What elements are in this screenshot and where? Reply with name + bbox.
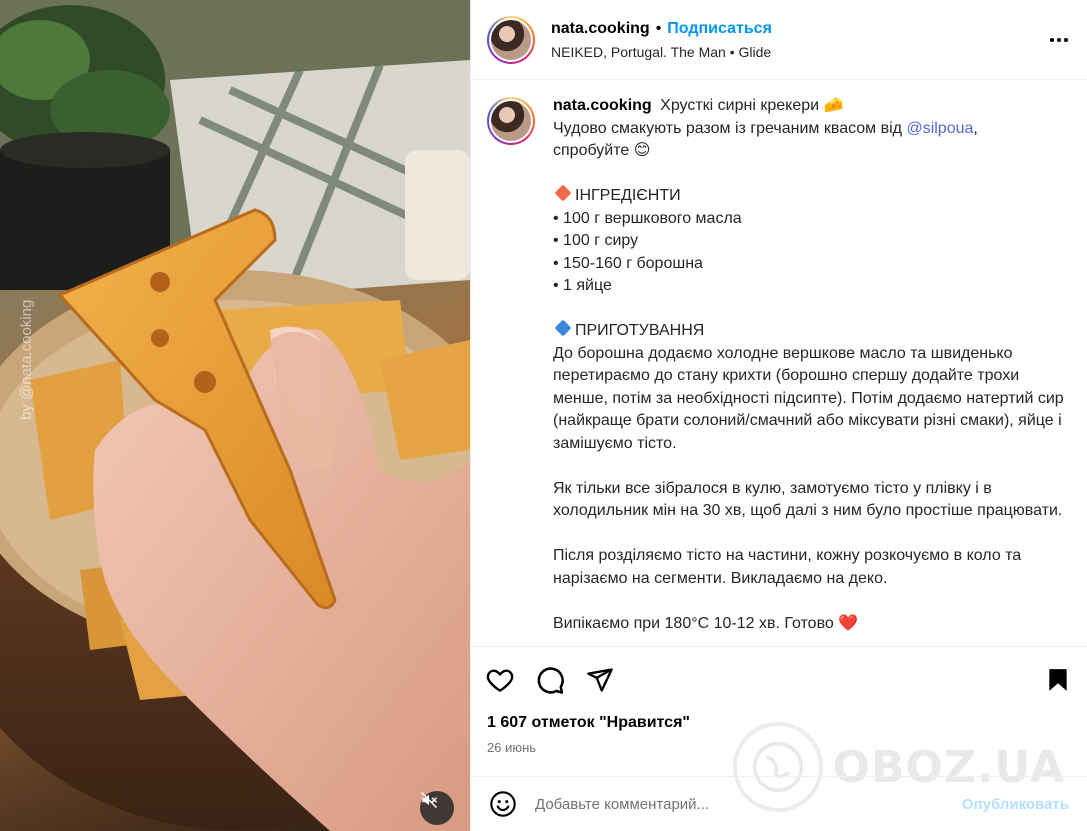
- likes-count[interactable]: 1 607 отметок "Нравится": [487, 714, 1071, 732]
- cooking-header: ПРИГОТУВАННЯ: [575, 322, 705, 339]
- caption-line: Чудово смакують разом із гречаним квасом…: [553, 119, 907, 137]
- caption-username[interactable]: nata.cooking: [553, 97, 652, 114]
- post-date[interactable]: 26 июнь: [487, 740, 1071, 755]
- smiley-icon[interactable]: [489, 790, 517, 818]
- post-side-panel: nata.cooking • Подписаться NEIKED, Portu…: [470, 0, 1087, 831]
- comment-bar: Опубликовать: [471, 776, 1087, 831]
- caption-paragraph: Як тільки все зібралося в кулю, замотуєм…: [553, 479, 1063, 520]
- caption-scroll-area[interactable]: nata.cooking Хрусткі сирні крекери 🧀 Чуд…: [471, 81, 1087, 646]
- save-button[interactable]: [1041, 663, 1075, 697]
- mute-toggle-button[interactable]: [420, 791, 454, 825]
- separator-dot: •: [655, 19, 662, 37]
- speaker-muted-icon: [420, 791, 438, 809]
- author-username[interactable]: nata.cooking: [551, 20, 650, 38]
- post-media[interactable]: by @nata.cooking: [0, 0, 470, 831]
- publish-button[interactable]: Опубликовать: [962, 796, 1069, 813]
- ingredients-header: ІНГРЕДІЄНТИ: [575, 187, 681, 204]
- audio-attribution[interactable]: NEIKED, Portugal. The Man • Glide: [551, 44, 772, 60]
- ingredient-item: • 100 г вершкового масла: [553, 209, 742, 227]
- caption-title: Хрусткі сирні крекери 🧀: [660, 97, 844, 114]
- author-avatar[interactable]: [487, 15, 535, 64]
- caption-paragraph: До борошна додаємо холодне вершкове масл…: [553, 344, 1064, 452]
- like-button[interactable]: [483, 663, 517, 697]
- orange-diamond-icon: [554, 184, 572, 202]
- comment-button[interactable]: [533, 663, 567, 697]
- comment-input[interactable]: [535, 795, 962, 813]
- caption-paragraph: Після розділяємо тісто на частини, кожну…: [553, 547, 1022, 587]
- post-caption: nata.cooking Хрусткі сирні крекери 🧀 Чуд…: [553, 95, 1068, 646]
- ingredient-item: • 150-160 г борошна: [553, 254, 703, 272]
- food-photo: [0, 0, 470, 831]
- instagram-post-dialog: by @nata.cooking nata.cooking • Подписат…: [0, 0, 1087, 831]
- blue-diamond-icon: [554, 319, 572, 337]
- caption-author-avatar[interactable]: [487, 97, 535, 145]
- bookmark-icon: [1049, 669, 1067, 691]
- caption-line: спробуйте 😊: [553, 142, 651, 159]
- ingredient-item: • 1 яйце: [553, 277, 612, 294]
- comment-icon: [537, 667, 564, 694]
- ingredient-item: • 100 г сиру: [553, 232, 639, 249]
- follow-button[interactable]: Подписаться: [667, 20, 772, 38]
- share-button[interactable]: [583, 663, 617, 697]
- caption-paragraph: Випікаємо при 180°С 10-12 хв. Готово ❤️: [553, 614, 859, 632]
- post-actions: 1 607 отметок "Нравится" 26 июнь: [471, 646, 1087, 755]
- post-header: nata.cooking • Подписаться NEIKED, Portu…: [471, 0, 1087, 80]
- mention-link[interactable]: @silpoua: [906, 120, 973, 137]
- more-horizontal-icon: [1050, 38, 1054, 42]
- heart-icon: [486, 669, 514, 692]
- photo-watermark: by @nata.cooking: [18, 299, 35, 420]
- paper-plane-icon: [587, 668, 613, 692]
- more-options-button[interactable]: [1047, 30, 1071, 50]
